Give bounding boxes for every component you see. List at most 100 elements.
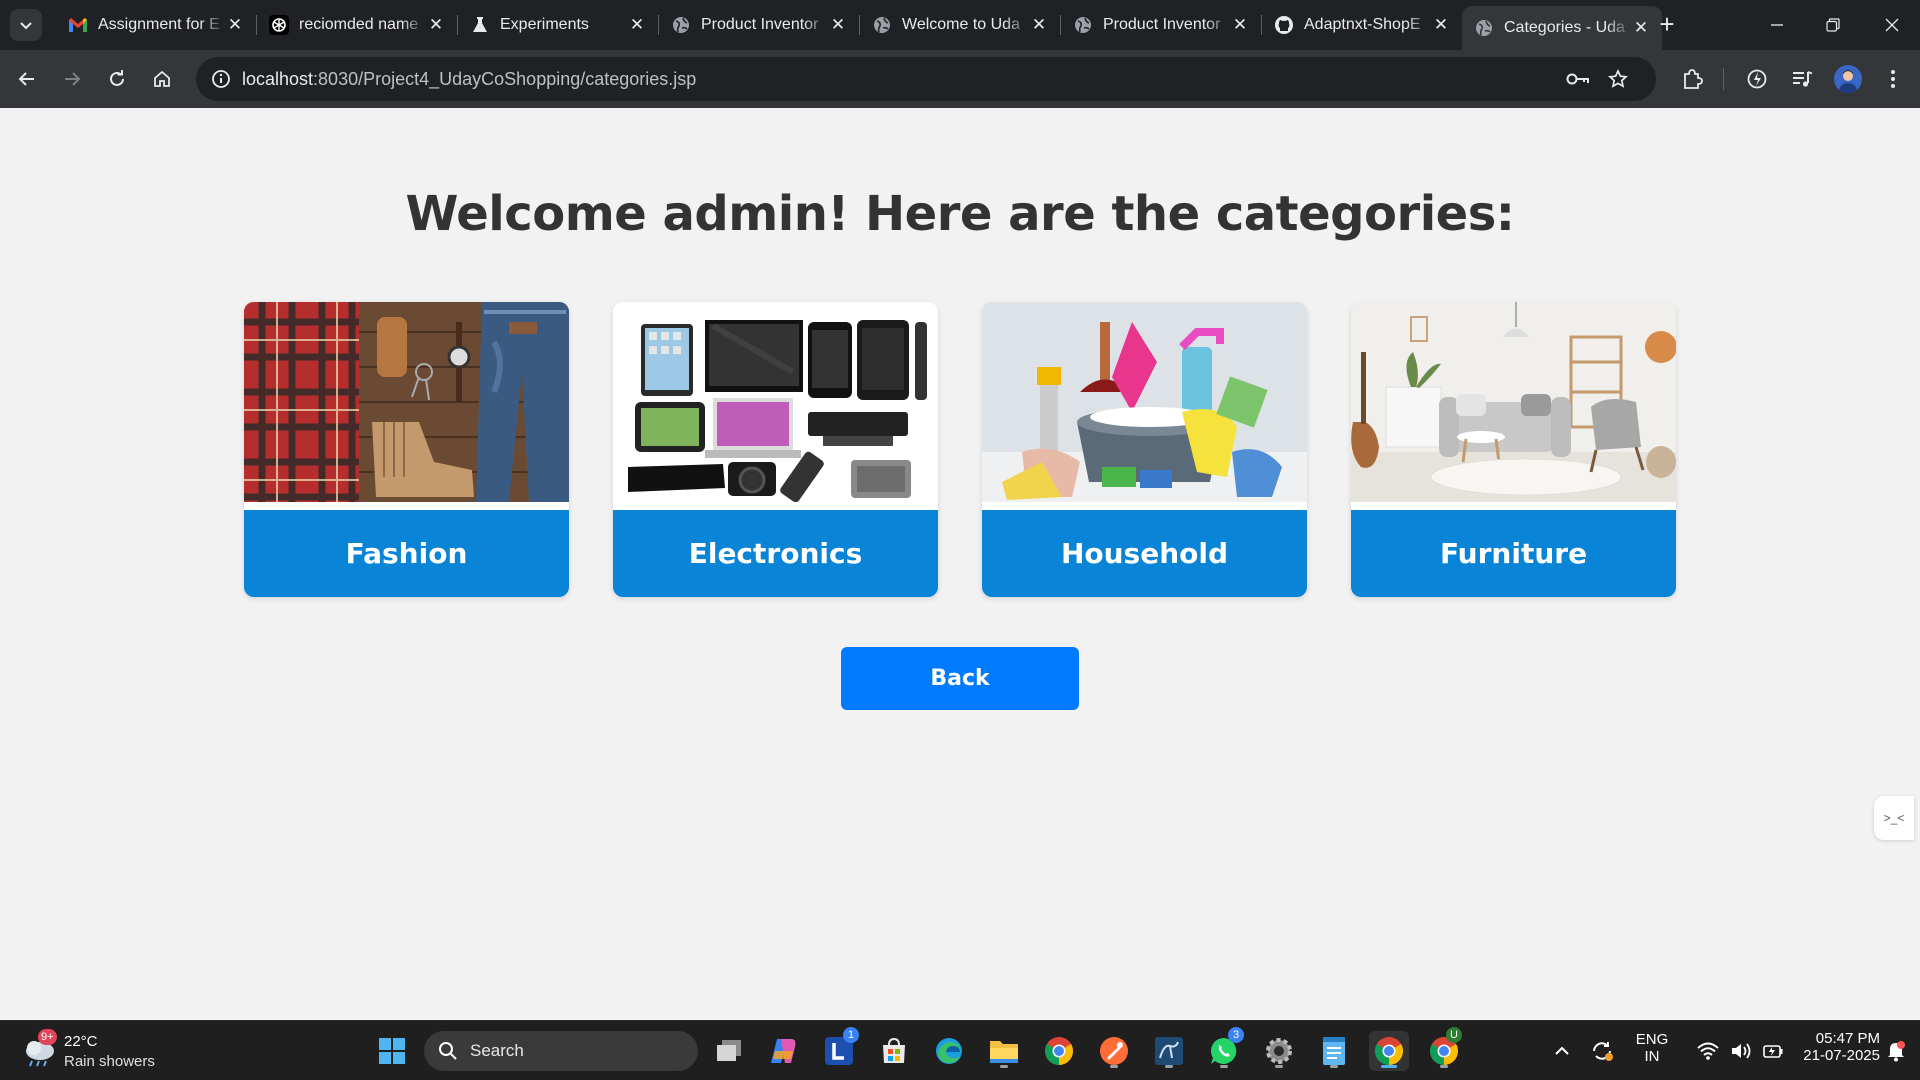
mysql-workbench-button[interactable] — [1149, 1031, 1189, 1071]
url-path: :8030/Project4_UdayCoShopping/categories… — [313, 69, 697, 89]
category-card-electronics[interactable]: Electronics — [613, 302, 938, 597]
task-view-button[interactable] — [709, 1031, 749, 1071]
chrome-active-button[interactable] — [1369, 1031, 1409, 1071]
task-view-icon — [717, 1040, 741, 1061]
star-icon — [1608, 69, 1628, 88]
battery-charging-icon — [1763, 1045, 1783, 1058]
close-icon[interactable]: ✕ — [1231, 15, 1249, 35]
household-photo — [982, 302, 1307, 502]
back-nav-button[interactable] — [11, 63, 43, 95]
tab-search-button[interactable] — [10, 9, 42, 41]
sync-tray-button[interactable] — [1582, 1031, 1622, 1071]
running-indicator — [1110, 1065, 1118, 1068]
close-icon[interactable]: ✕ — [628, 15, 646, 35]
notification-badge: 3 — [1228, 1027, 1244, 1043]
category-card-furniture[interactable]: Furniture — [1351, 302, 1676, 597]
chrome-button[interactable] — [1039, 1031, 1079, 1071]
reload-icon — [110, 70, 124, 86]
side-panel-toggle[interactable]: >_< — [1874, 796, 1914, 840]
extensions-button[interactable] — [1676, 63, 1708, 95]
password-key-button[interactable] — [1562, 63, 1594, 95]
tab-title: Experiments — [500, 16, 589, 33]
mysql-icon — [1155, 1037, 1183, 1065]
tab-github[interactable]: Adaptnxt-ShopE ✕ — [1262, 6, 1462, 44]
restore-button[interactable] — [1805, 0, 1861, 50]
copilot-button[interactable] — [764, 1031, 804, 1071]
clock-date: 21-07-2025 — [1803, 1047, 1880, 1064]
restore-icon — [1826, 18, 1840, 32]
clock[interactable]: 05:47 PM 21-07-2025 — [1786, 1030, 1880, 1064]
close-icon[interactable]: ✕ — [829, 15, 847, 35]
tab-experiments[interactable]: Experiments ✕ — [458, 6, 658, 44]
back-button[interactable]: Back — [841, 647, 1079, 710]
region-code: IN — [1644, 1048, 1660, 1065]
whatsapp-button[interactable]: 3 — [1204, 1027, 1244, 1071]
category-label: Fashion — [244, 510, 569, 597]
tab-gmail[interactable]: Assignment for E ✕ — [56, 6, 256, 44]
l-app-button[interactable]: 1 — [819, 1027, 859, 1071]
weather-widget[interactable]: 9+ 22°C Rain showers — [22, 1029, 162, 1073]
notepad-button[interactable] — [1314, 1031, 1354, 1071]
tab-title: Welcome to Uda — [902, 16, 1020, 33]
fashion-photo — [244, 302, 569, 502]
folder-icon — [990, 1041, 1018, 1063]
chevron-up-icon — [1555, 1046, 1569, 1055]
gear-icon — [1266, 1038, 1292, 1064]
site-info-icon[interactable] — [206, 64, 236, 94]
home-button[interactable] — [146, 63, 178, 95]
taskbar-search[interactable]: Search — [424, 1031, 698, 1071]
speed-icon — [1747, 69, 1767, 89]
running-indicator — [1165, 1065, 1173, 1068]
show-hidden-icons-button[interactable] — [1542, 1031, 1582, 1071]
chrome-profile-button[interactable]: U — [1424, 1027, 1464, 1071]
bookmark-button[interactable] — [1602, 63, 1634, 95]
settings-button[interactable] — [1259, 1031, 1299, 1071]
tab-title: Categories - Uda — [1504, 19, 1625, 36]
close-icon[interactable]: ✕ — [1432, 15, 1450, 35]
start-button[interactable] — [372, 1031, 412, 1071]
tab-title: Product Inventor — [701, 16, 819, 33]
new-tab-button[interactable]: + — [1652, 10, 1682, 40]
close-icon[interactable]: ✕ — [1030, 15, 1048, 35]
notifications-button[interactable] — [1876, 1031, 1916, 1071]
forward-nav-button[interactable] — [56, 63, 88, 95]
media-control-button[interactable] — [1786, 63, 1818, 95]
profile-avatar[interactable] — [1834, 65, 1862, 93]
minimize-button[interactable] — [1749, 0, 1805, 50]
tab-product-inventory-2[interactable]: Product Inventor ✕ — [1061, 6, 1261, 44]
close-icon[interactable]: ✕ — [226, 15, 244, 35]
close-icon[interactable]: ✕ — [427, 15, 445, 35]
tab-chatgpt[interactable]: reciomded name ✕ — [257, 6, 457, 44]
file-explorer-button[interactable] — [984, 1031, 1024, 1071]
window-close-button[interactable] — [1864, 0, 1920, 50]
menu-button[interactable] — [1877, 63, 1909, 95]
postman-button[interactable] — [1094, 1031, 1134, 1071]
running-indicator — [1220, 1065, 1228, 1068]
clock-time: 05:47 PM — [1815, 1030, 1880, 1047]
reload-button[interactable] — [101, 63, 133, 95]
chevron-down-icon — [20, 22, 32, 30]
running-indicator — [1330, 1065, 1338, 1068]
key-icon — [1566, 73, 1589, 85]
active-indicator — [1381, 1065, 1397, 1068]
running-indicator — [1440, 1065, 1448, 1068]
search-icon — [439, 1042, 457, 1060]
tab-categories[interactable]: Categories - Uda ✕ — [1462, 6, 1662, 50]
edge-button[interactable] — [929, 1031, 969, 1071]
category-card-household[interactable]: Household — [982, 302, 1307, 597]
tab-title: Product Inventor — [1103, 16, 1221, 33]
tab-welcome-uday[interactable]: Welcome to Uda ✕ — [860, 6, 1060, 44]
quick-settings-button[interactable] — [1678, 1031, 1802, 1071]
edge-icon — [936, 1038, 962, 1064]
notepad-icon — [1323, 1037, 1345, 1065]
store-icon — [883, 1037, 905, 1063]
close-icon[interactable]: ✕ — [1632, 18, 1650, 38]
address-bar[interactable]: localhost:8030/Project4_UdayCoShopping/c… — [196, 57, 1656, 101]
tab-product-inventory-1[interactable]: Product Inventor ✕ — [659, 6, 859, 44]
category-card-fashion[interactable]: Fashion — [244, 302, 569, 597]
microsoft-store-button[interactable] — [874, 1031, 914, 1071]
running-indicator — [1000, 1065, 1008, 1068]
weather-temperature: 22°C — [64, 1033, 98, 1050]
language-indicator[interactable]: ENG IN — [1630, 1031, 1674, 1065]
performance-button[interactable] — [1741, 63, 1773, 95]
